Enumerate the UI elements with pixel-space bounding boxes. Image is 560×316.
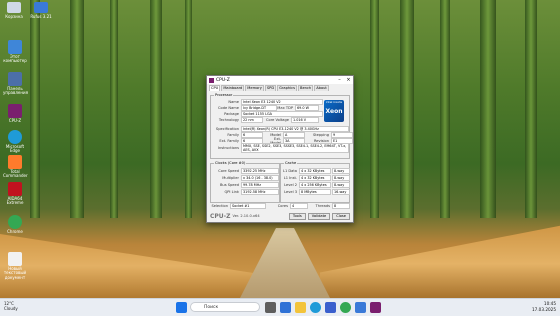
window-title: CPU-Z xyxy=(216,77,230,83)
clocks-panel: Clocks (Core #0) Core Speed 3392.25 MHz … xyxy=(210,161,280,203)
tab-mainboard[interactable]: Mainboard xyxy=(221,85,245,91)
file-explorer-icon[interactable] xyxy=(295,302,306,313)
tab-memory[interactable]: Memory xyxy=(245,85,264,91)
tab-about[interactable]: About xyxy=(314,85,329,91)
processor-panel: Processor intel inside Xeon Name Intel Xe… xyxy=(210,93,353,159)
rufus-shortcut[interactable]: Rufus 3.21 xyxy=(30,2,52,19)
text-document-icon xyxy=(8,252,22,266)
search-box[interactable]: Поиск xyxy=(190,302,260,312)
cache-panel: Cache L1 Data 4 x 32 KBytes 8-way L1 Ins… xyxy=(280,161,350,203)
rufus-taskbar-icon[interactable] xyxy=(355,302,366,313)
bus-speed-value: 99.78 MHz xyxy=(241,181,279,188)
cpuz-footer: CPU-Z Ver. 2.10.0.x64 Tools Validate Clo… xyxy=(210,212,350,220)
cpuz-logo-icon xyxy=(209,77,214,83)
intel-xeon-logo: intel inside Xeon xyxy=(324,100,344,122)
system-clock[interactable]: 10:45 17.03.2025 xyxy=(532,301,556,313)
edge-taskbar-icon[interactable] xyxy=(310,302,321,313)
validate-button[interactable]: Validate xyxy=(307,212,331,220)
desktop-icon-control-panel[interactable]: Панель управления xyxy=(3,72,28,96)
chrome-icon xyxy=(8,215,22,229)
weather-widget[interactable]: 12°C Cloudy xyxy=(4,301,18,311)
instructions-value: MMX, SSE, SSE2, SSE3, SSSE3, SSE4.1, SSE… xyxy=(241,142,349,153)
cpuz-brand-logo: CPU-Z xyxy=(210,212,231,220)
recycle-bin-icon xyxy=(7,2,21,13)
cpuz-titlebar[interactable]: CPU-Z – × xyxy=(207,76,353,84)
recycle-bin-shortcut[interactable]: Корзина xyxy=(3,2,25,19)
core-speed-value: 3392.25 MHz xyxy=(241,167,279,174)
close-window-button[interactable]: × xyxy=(344,77,353,83)
desktop-icon-chrome[interactable]: Chrome xyxy=(3,215,27,234)
tools-button[interactable]: Tools xyxy=(288,212,306,220)
desktop-icon-cpuz[interactable]: CPU-Z xyxy=(3,104,27,123)
aida64-icon xyxy=(8,182,22,196)
desktop-icon-edge[interactable]: Microsoft Edge xyxy=(3,130,27,154)
widgets-icon[interactable] xyxy=(280,302,291,313)
multiplier-value: x 34.0 (16 - 38.0) xyxy=(241,174,279,181)
desktop-icon-this-pc[interactable]: Этот компьютер xyxy=(3,40,27,64)
tab-bench[interactable]: Bench xyxy=(298,85,314,91)
task-view-icon[interactable] xyxy=(265,302,276,313)
tab-cpu[interactable]: CPU xyxy=(209,85,221,91)
core-voltage-value: 1.016 V xyxy=(291,116,319,123)
edge-icon xyxy=(8,130,22,144)
tab-spd[interactable]: SPD xyxy=(264,85,277,91)
qpi-link-value: 3192.58 MHz xyxy=(241,188,279,195)
minimize-button[interactable]: – xyxy=(335,77,344,83)
tab-graphics[interactable]: Graphics xyxy=(277,85,297,91)
taskbar: 12°C Cloudy Поиск 10:45 17.03.2025 xyxy=(0,298,560,316)
close-button[interactable]: Close xyxy=(332,212,350,220)
control-panel-icon xyxy=(8,72,22,86)
version-text: Ver. 2.10.0.x64 xyxy=(232,214,260,218)
technology-value: 22 nm xyxy=(241,116,263,123)
total-commander-icon xyxy=(8,155,22,169)
rufus-icon xyxy=(34,2,48,13)
socket-select[interactable]: Socket #1 xyxy=(230,202,266,209)
desktop-icon-aida64[interactable]: AIDA64 Extreme xyxy=(3,182,27,206)
chrome-taskbar-icon[interactable] xyxy=(340,302,351,313)
cpuz-icon xyxy=(8,104,22,118)
cpuz-taskbar-icon[interactable] xyxy=(370,302,381,313)
cpuz-tabs: CPU Mainboard Memory SPD Graphics Bench … xyxy=(207,84,353,91)
desktop-icon-total-commander[interactable]: Total Commander xyxy=(3,155,28,179)
desktop-icon-text-document[interactable]: Новый текстовый документ xyxy=(3,252,27,280)
start-button[interactable] xyxy=(176,302,187,313)
computer-icon xyxy=(8,40,22,54)
store-icon[interactable] xyxy=(325,302,336,313)
cpuz-window[interactable]: CPU-Z – × CPU Mainboard Memory SPD Graph… xyxy=(206,75,354,223)
